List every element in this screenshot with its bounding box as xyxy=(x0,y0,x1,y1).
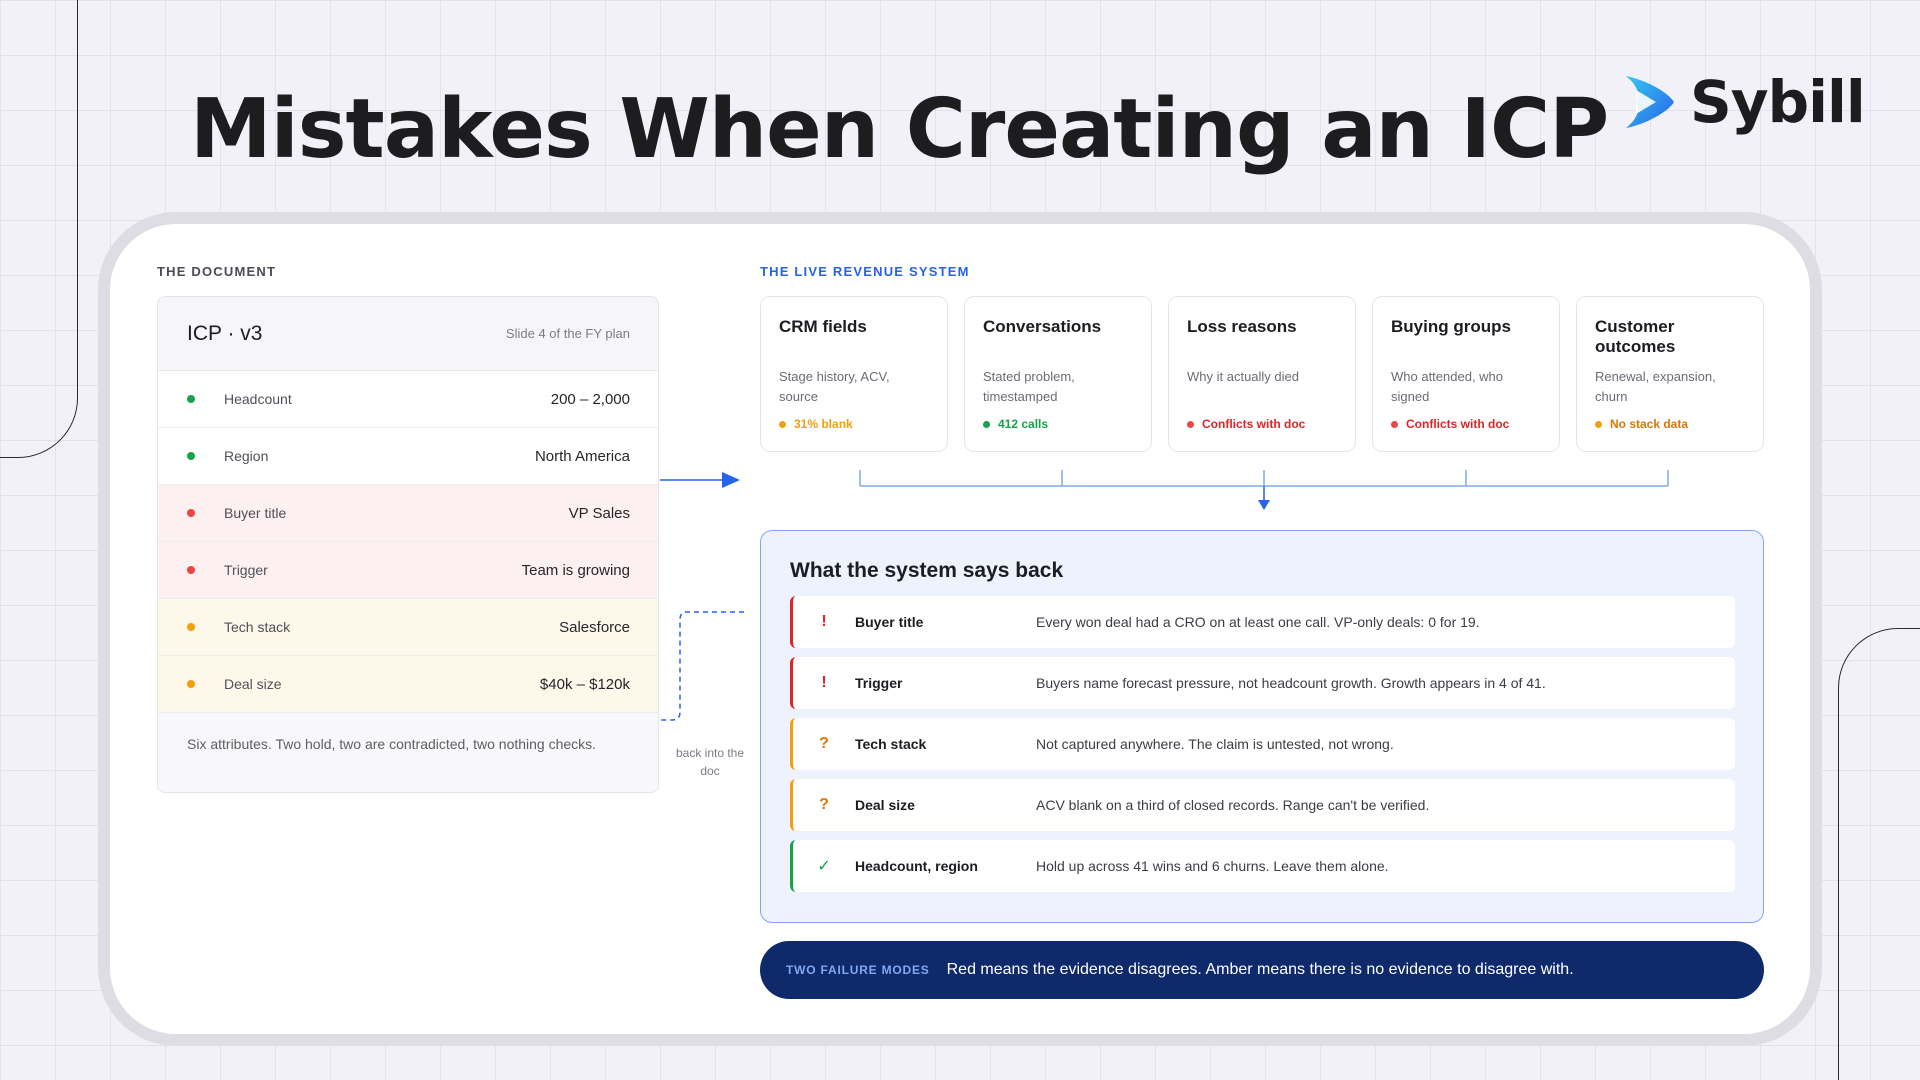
says-row-tech-stack: ? Tech stack Not captured anywhere. The … xyxy=(790,718,1735,770)
arrow-right-icon xyxy=(660,472,740,488)
back-into-doc-label: back into the doc xyxy=(675,746,745,778)
doc-row-trigger: Trigger Team is growing xyxy=(158,542,658,599)
source-card-customer-outcomes: Customer outcomes Renewal, expansion, ch… xyxy=(1576,296,1764,452)
says-row-key: Headcount, region xyxy=(855,858,978,874)
status-dot xyxy=(1187,420,1194,428)
status-dot xyxy=(187,623,195,631)
source-card-crm-fields: CRM fields Stage history, ACV, source 31… xyxy=(760,296,948,452)
alert-icon: ! xyxy=(821,674,827,691)
source-status-text: Conflicts with doc xyxy=(1406,417,1510,431)
says-row-text: Every won deal had a CRO on at least one… xyxy=(1036,614,1480,630)
status-dot xyxy=(187,680,195,688)
source-card-loss-reasons: Loss reasons Why it actually died Confli… xyxy=(1168,296,1356,452)
failure-modes-banner: TWO FAILURE MODES Red means the evidence… xyxy=(760,941,1764,999)
says-row-headcount-region: ✓ Headcount, region Hold up across 41 wi… xyxy=(790,840,1735,892)
merge-connector xyxy=(859,470,1669,510)
document-subtitle: Slide 4 of the FY plan xyxy=(505,326,630,341)
source-status-text: No stack data xyxy=(1610,417,1689,431)
source-description: Renewal, expansion, churn xyxy=(1595,369,1716,404)
status-dot xyxy=(1391,420,1398,428)
source-title: Loss reasons xyxy=(1187,317,1297,336)
live-system-section-label: THE LIVE REVENUE SYSTEM xyxy=(760,264,970,279)
says-row-text: Buyers name forecast pressure, not headc… xyxy=(1036,675,1546,691)
arrow-down-icon xyxy=(1258,500,1270,510)
doc-row-key: Buyer title xyxy=(224,505,287,521)
status-dot xyxy=(1595,420,1602,428)
says-row-text: Not captured anywhere. The claim is unte… xyxy=(1036,736,1394,752)
doc-row-headcount: Headcount 200 – 2,000 xyxy=(158,371,658,428)
doc-row-key: Region xyxy=(224,448,269,464)
page-title: Mistakes When Creating an ICP xyxy=(190,82,1609,177)
doc-row-key: Trigger xyxy=(224,562,268,578)
system-says-back-panel: What the system says back ! Buyer title … xyxy=(760,530,1764,923)
source-card-buying-groups: Buying groups Who attended, who signed C… xyxy=(1372,296,1560,452)
question-icon: ? xyxy=(819,796,829,813)
doc-row-tech-stack: Tech stack Salesforce xyxy=(158,599,658,656)
says-row-key: Trigger xyxy=(855,675,903,691)
source-title: Conversations xyxy=(983,317,1102,336)
doc-row-region: Region North America xyxy=(158,428,658,485)
says-back-title: What the system says back xyxy=(790,559,1064,582)
doc-row-key: Deal size xyxy=(224,676,282,692)
source-status-text: 31% blank xyxy=(794,417,853,431)
doc-row-value: North America xyxy=(534,447,630,465)
source-status: No stack data xyxy=(1595,417,1745,431)
source-status-text: 412 calls xyxy=(998,417,1049,431)
says-row-key: Tech stack xyxy=(855,736,927,752)
status-dot xyxy=(187,452,195,460)
says-row-text: ACV blank on a third of closed records. … xyxy=(1036,797,1430,813)
doc-row-value: $40k – $120k xyxy=(539,675,630,693)
source-description: Why it actually died xyxy=(1187,369,1299,384)
document-footer: Six attributes. Two hold, two are contra… xyxy=(158,713,658,792)
sybill-logo-icon xyxy=(1626,76,1674,128)
banner-tag: TWO FAILURE MODES xyxy=(786,963,930,977)
source-description: Stated problem, timestamped xyxy=(983,369,1075,404)
says-row-trigger: ! Trigger Buyers name forecast pressure,… xyxy=(790,657,1735,709)
check-icon: ✓ xyxy=(817,858,831,875)
document-title: ICP · v3 xyxy=(187,321,263,345)
icp-document-panel: ICP · v3 Slide 4 of the FY plan Headcoun… xyxy=(157,296,659,793)
says-row-key: Deal size xyxy=(855,797,915,813)
banner-text: Red means the evidence disagrees. Amber … xyxy=(946,961,1574,978)
status-dot xyxy=(983,420,990,428)
document-section-label: THE DOCUMENT xyxy=(157,264,277,279)
says-row-key: Buyer title xyxy=(855,614,924,630)
says-row-text: Hold up across 41 wins and 6 churns. Lea… xyxy=(1036,858,1389,874)
doc-row-value: Salesforce xyxy=(559,618,630,636)
alert-icon: ! xyxy=(821,613,827,630)
source-description: Stage history, ACV, source xyxy=(779,369,890,404)
sybill-logo: Sybill xyxy=(1616,68,1866,136)
doc-row-key: Headcount xyxy=(224,391,292,407)
source-status: Conflicts with doc xyxy=(1187,417,1337,431)
question-icon: ? xyxy=(819,735,829,752)
doc-row-key: Tech stack xyxy=(224,619,291,635)
source-title: Customer outcomes xyxy=(1595,317,1676,356)
decorative-corner-right xyxy=(1838,628,1920,1080)
source-status: 412 calls xyxy=(983,417,1133,431)
doc-row-value: Team is growing xyxy=(521,561,630,579)
source-title: Buying groups xyxy=(1391,317,1511,336)
status-dot xyxy=(187,509,195,517)
doc-row-value: 200 – 2,000 xyxy=(550,390,630,408)
source-status: Conflicts with doc xyxy=(1391,417,1541,431)
logo-text: Sybill xyxy=(1690,68,1866,136)
document-header: ICP · v3 Slide 4 of the FY plan xyxy=(158,297,658,371)
says-row-buyer-title: ! Buyer title Every won deal had a CRO o… xyxy=(790,596,1735,648)
source-title: CRM fields xyxy=(779,317,867,336)
says-row-deal-size: ? Deal size ACV blank on a third of clos… xyxy=(790,779,1735,831)
status-dot xyxy=(187,566,195,574)
status-dot xyxy=(187,395,195,403)
doc-row-value: VP Sales xyxy=(568,504,630,522)
source-status-text: Conflicts with doc xyxy=(1202,417,1306,431)
source-status: 31% blank xyxy=(779,417,929,431)
status-dot xyxy=(779,420,786,428)
source-card-conversations: Conversations Stated problem, timestampe… xyxy=(964,296,1152,452)
doc-row-deal-size: Deal size $40k – $120k xyxy=(158,656,658,713)
source-description: Who attended, who signed xyxy=(1391,369,1504,404)
decorative-corner-left xyxy=(0,0,78,458)
dashed-return-arrow xyxy=(660,611,744,721)
doc-row-buyer-title: Buyer title VP Sales xyxy=(158,485,658,542)
